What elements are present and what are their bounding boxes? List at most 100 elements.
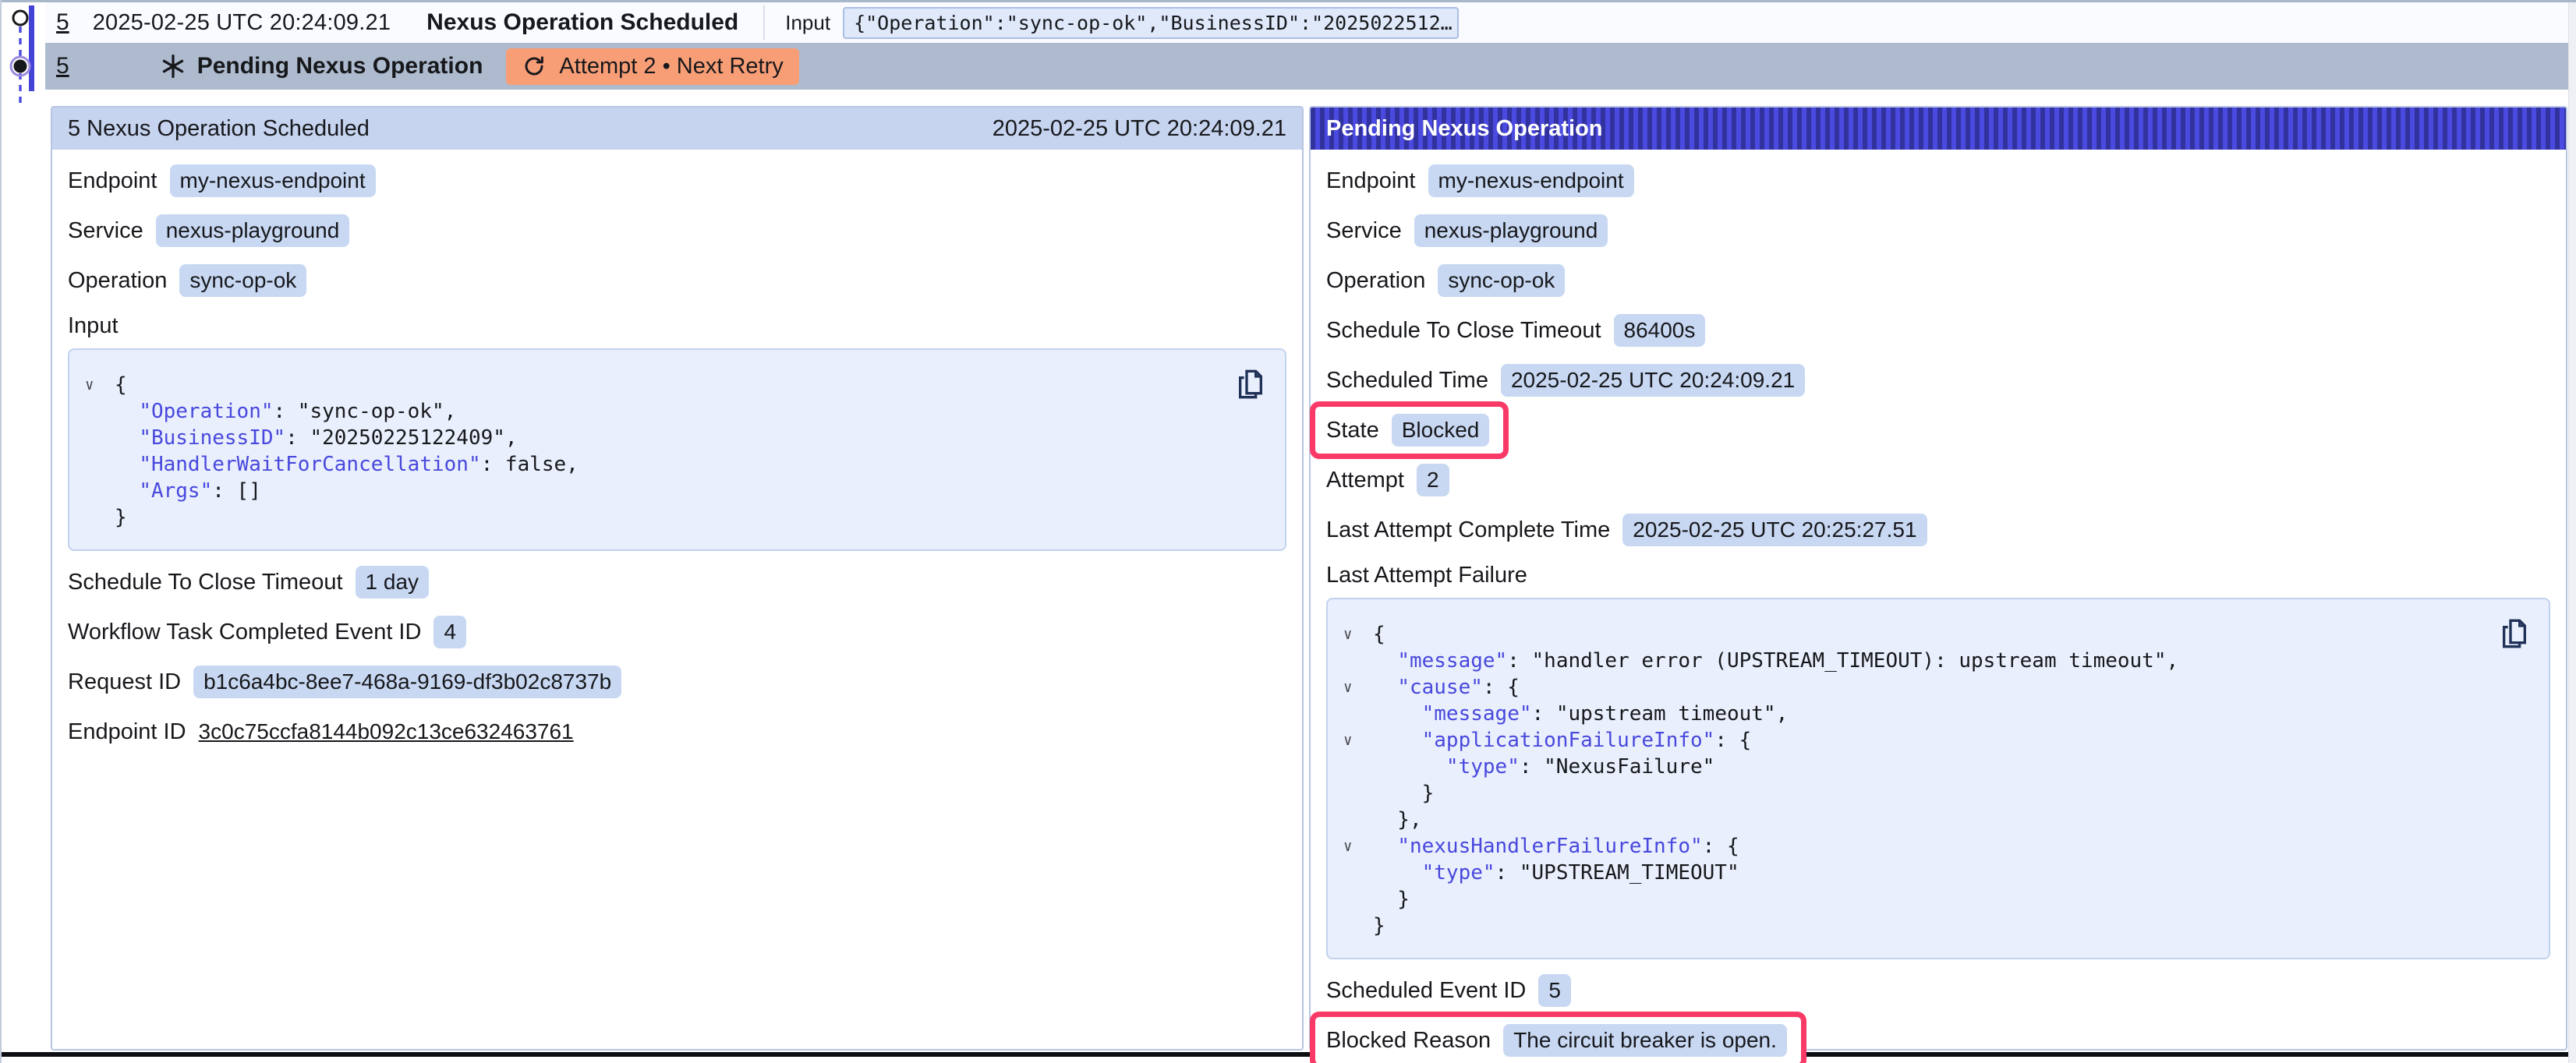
event-row-scheduled[interactable]: 5 2025-02-25 UTC 20:24:09.21 Nexus Opera… (45, 2, 2570, 43)
field-label: Endpoint ID (68, 719, 186, 745)
collapse-chevron-icon[interactable]: ∨ (1343, 833, 1373, 860)
scheduled-panel-header: 5 Nexus Operation Scheduled 2025-02-25 U… (52, 108, 1302, 150)
collapse-chevron-icon[interactable]: ∨ (1343, 621, 1373, 648)
field-label: Last Attempt Complete Time (1326, 517, 1610, 543)
field-label: Schedule To Close Timeout (1326, 318, 1601, 344)
event-id-link[interactable]: 5 (56, 9, 69, 36)
code-line: }, (1343, 807, 2528, 833)
field-last-attempt-complete-time: Last Attempt Complete Time2025-02-25 UTC… (1326, 513, 2550, 547)
code-line: "type": "UPSTREAM_TIMEOUT" (1343, 860, 2528, 886)
code-gutter (85, 425, 115, 451)
code-text: "BusinessID": "20250225122409", (115, 425, 518, 451)
input-json-preview-chip[interactable]: {"Operation":"sync-op-ok","BusinessID":"… (843, 7, 1459, 39)
field-schedule-to-close-timeout: Schedule To Close Timeout86400s (1326, 313, 2550, 348)
code-gutter (1343, 886, 1373, 913)
pending-panel-header: Pending Nexus Operation (1311, 108, 2566, 150)
field-label: Service (68, 218, 143, 244)
code-line: "HandlerWaitForCancellation": false, (85, 451, 1265, 478)
field-label: Blocked Reason (1326, 1028, 1491, 1054)
code-line: "message": "upstream timeout", (1343, 701, 2528, 727)
field-value: 5 (1538, 974, 1571, 1007)
code-line: ∨{ (85, 372, 1265, 398)
event-input-group: Input {"Operation":"sync-op-ok","Busines… (763, 5, 1459, 40)
copy-icon[interactable] (2499, 616, 2530, 652)
code-text: "Args": [] (115, 478, 261, 504)
timeline-rail (2, 0, 47, 109)
code-gutter (85, 398, 115, 425)
field-label: Scheduled Time (1326, 368, 1488, 394)
code-text: } (1373, 780, 1434, 807)
input-json-viewer: ∨{ "Operation": "sync-op-ok", "BusinessI… (68, 348, 1286, 551)
code-text: } (115, 504, 127, 531)
bottom-divider (2, 1052, 2576, 1057)
panel-timestamp: 2025-02-25 UTC 20:24:09.21 (993, 116, 1286, 142)
retry-badge-label: Attempt 2 • Next Retry (559, 54, 783, 79)
code-gutter (85, 478, 115, 504)
field-value: my-nexus-endpoint (1428, 164, 1634, 197)
code-line: ∨{ (1343, 621, 2528, 648)
field-value: 2 (1417, 464, 1449, 496)
event-node-filled-icon (14, 60, 27, 73)
field-state: StateBlocked (1326, 413, 2550, 447)
code-text: "type": "UPSTREAM_TIMEOUT" (1373, 860, 1739, 886)
field-value: The circuit breaker is open. (1503, 1024, 1787, 1057)
field-label: Schedule To Close Timeout (68, 570, 343, 595)
field-schedule-to-close-timeout: Schedule To Close Timeout 1 day (68, 565, 1286, 599)
field-value: sync-op-ok (1438, 264, 1565, 297)
code-text: { (1373, 621, 1385, 648)
event-row-pending-selected[interactable]: 5 Pending Nexus Operation Attempt 2 • Ne… (45, 43, 2570, 90)
pending-asterisk-icon (160, 53, 186, 79)
code-text: "message": "handler error (UPSTREAM_TIME… (1373, 648, 2178, 674)
code-text: "cause": { (1373, 674, 1520, 701)
vertical-scrollbar[interactable] (2568, 2, 2576, 1063)
code-line: } (1343, 886, 2528, 913)
code-line: ∨ "nexusHandlerFailureInfo": { (1343, 833, 2528, 860)
field-label: State (1326, 418, 1379, 443)
field-label: Workflow Task Completed Event ID (68, 620, 421, 645)
code-text: "Operation": "sync-op-ok", (115, 398, 456, 425)
field-scheduled-event-id: Scheduled Event ID5 (1326, 973, 2550, 1008)
collapse-chevron-icon[interactable]: ∨ (85, 372, 115, 398)
left-fields-bottom: Schedule To Close Timeout 1 day Workflow T… (68, 565, 1286, 749)
code-text: "message": "upstream timeout", (1373, 701, 1788, 727)
timeline-selected-bar (29, 5, 34, 91)
code-gutter (1343, 780, 1373, 807)
event-history-detail-screen: 5 2025-02-25 UTC 20:24:09.21 Nexus Opera… (0, 0, 2576, 1063)
field-endpoint-id: Endpoint ID 3c0c75ccfa8144b092c13ce632463… (68, 715, 1286, 749)
code-text: }, (1373, 807, 1422, 833)
field-label: Attempt (1326, 468, 1404, 493)
copy-icon[interactable] (1235, 367, 1266, 403)
collapse-chevron-icon[interactable]: ∨ (1343, 674, 1373, 701)
code-line: "type": "NexusFailure" (1343, 754, 2528, 780)
field-value: sync-op-ok (179, 264, 306, 297)
code-line: "BusinessID": "20250225122409", (85, 425, 1265, 451)
field-endpoint: Endpointmy-nexus-endpoint (68, 164, 1286, 198)
field-label: Endpoint (68, 168, 157, 194)
field-label: Operation (1326, 268, 1425, 294)
input-label: Input (785, 11, 830, 35)
event-id-link[interactable]: 5 (56, 53, 69, 79)
field-value: 2025-02-25 UTC 20:24:09.21 (1501, 364, 1805, 397)
code-gutter (1343, 860, 1373, 886)
input-section-label: Input (68, 313, 1286, 339)
code-text: } (1373, 913, 1385, 939)
code-line: } (1343, 780, 2528, 807)
field-value: 1 day (356, 566, 430, 599)
code-text: { (115, 372, 127, 398)
code-line: "message": "handler error (UPSTREAM_TIME… (1343, 648, 2528, 674)
field-value[interactable]: 3c0c75ccfa8144b092c13ce632463761 (199, 719, 574, 744)
code-gutter (1343, 701, 1373, 727)
field-service: Service nexus-playground (68, 214, 1286, 248)
field-request-id: Request IDb1c6a4bc-8ee7-468a-9169-df3b02… (68, 665, 1286, 699)
field-value: nexus-playground (1414, 214, 1608, 247)
field-label: Endpoint (1326, 168, 1416, 194)
event-title: Nexus Operation Scheduled (426, 9, 738, 36)
code-text: } (1373, 886, 1410, 913)
left-fields-top: Endpointmy-nexus-endpoint Service nexus-pl… (68, 164, 1286, 298)
failure-json-viewer: ∨{ "message": "handler error (UPSTREAM_T… (1326, 598, 2550, 959)
field-value: nexus-playground (156, 214, 350, 247)
collapse-chevron-icon[interactable]: ∨ (1343, 727, 1373, 754)
code-line: } (85, 504, 1265, 531)
code-line: ∨ "applicationFailureInfo": { (1343, 727, 2528, 754)
retry-status-badge: Attempt 2 • Next Retry (506, 48, 798, 85)
